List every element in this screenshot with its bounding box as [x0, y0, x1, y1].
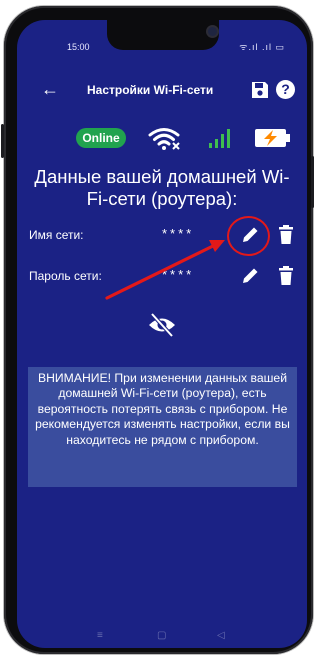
section-heading: Данные вашей домашней Wi-Fi-сети (роутер… — [34, 166, 290, 209]
wifi-off-icon — [148, 128, 180, 150]
trash-delete-icon[interactable] — [277, 224, 295, 246]
signal-bars-icon — [209, 129, 230, 148]
network-password-label: Пароль сети: — [29, 269, 102, 283]
warning-message: ВНИМАНИЕ! При изменении данных вашей дом… — [28, 367, 297, 487]
pencil-edit-icon[interactable] — [239, 265, 261, 287]
app-bar: ← Настройки Wi-Fi-сети ? — [17, 72, 307, 112]
floppy-save-icon[interactable] — [250, 80, 270, 100]
device-status-row: Online — [17, 124, 307, 154]
app-screen: 15:00 ᯤ.ıl .ıl ▭ ← Настройки Wi-Fi-сети … — [17, 20, 307, 648]
online-badge: Online — [76, 128, 126, 148]
nav-menu-button[interactable]: ≡ — [97, 630, 103, 641]
status-icons: ᯤ.ıl .ıl ▭ — [239, 42, 285, 52]
network-password-value: **** — [162, 267, 195, 282]
network-name-value: **** — [162, 226, 195, 241]
arrow-left-icon[interactable]: ← — [41, 80, 59, 98]
eye-off-icon[interactable] — [147, 312, 177, 338]
front-camera — [208, 27, 217, 36]
edit-highlight-circle — [227, 216, 270, 256]
nav-home-button[interactable]: ▢ — [157, 630, 166, 641]
battery-charging-icon — [255, 129, 290, 147]
phone-volume-button — [1, 124, 4, 158]
trash-delete-icon[interactable] — [277, 265, 295, 287]
phone-frame: 15:00 ᯤ.ıl .ıl ▭ ← Настройки Wi-Fi-сети … — [1, 6, 314, 654]
page-title: Настройки Wi-Fi-сети — [87, 83, 214, 97]
network-name-label: Имя сети: — [29, 228, 84, 242]
camera-notch — [107, 20, 219, 50]
status-time: 15:00 — [67, 42, 90, 52]
help-button[interactable]: ? — [276, 80, 295, 99]
nav-back-button[interactable]: ◁ — [217, 630, 225, 641]
system-nav-bar: ≡ ▢ ◁ — [17, 628, 307, 648]
network-password-row: Пароль сети: **** — [17, 262, 307, 292]
phone-power-button — [311, 156, 314, 208]
